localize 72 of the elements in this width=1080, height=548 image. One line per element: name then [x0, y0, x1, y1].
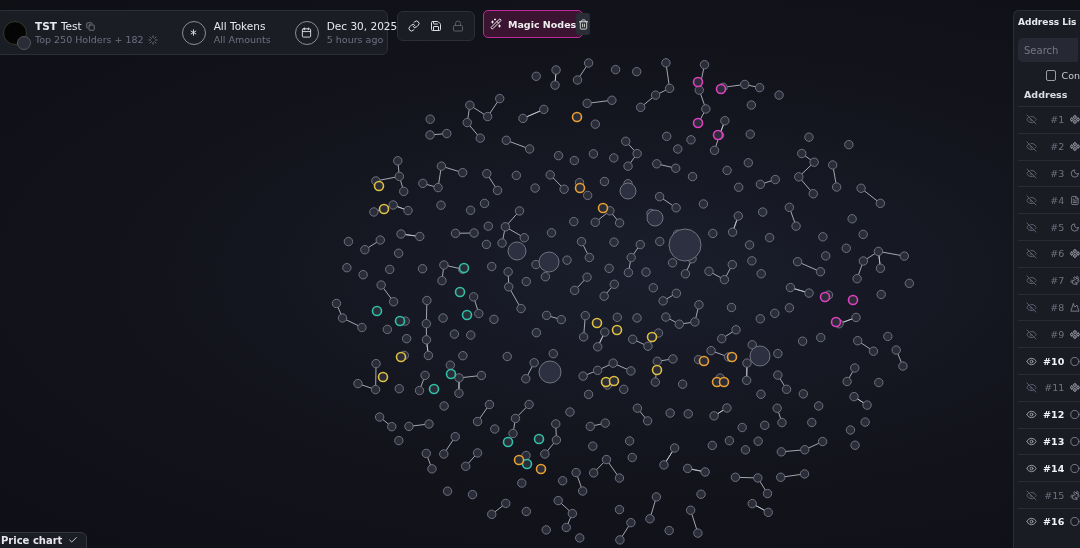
column-header: Address: [1024, 89, 1069, 100]
diamond-logo-icon: [1070, 114, 1080, 126]
moon-icon: [1070, 221, 1080, 233]
rabbit-icon: [1070, 489, 1080, 501]
diamond-logo-icon: [1070, 382, 1080, 394]
holder-rank: #11: [1043, 382, 1065, 394]
holder-rank: #12: [1043, 409, 1065, 421]
magic-nodes-button[interactable]: Magic Nodes: [483, 10, 584, 38]
amount-filter-subtitle: All Amounts: [213, 34, 271, 45]
holder-rank: #8: [1049, 301, 1065, 313]
eye-off-icon[interactable]: [1026, 382, 1037, 394]
eye-off-icon[interactable]: [1026, 221, 1037, 233]
eye-off-icon[interactable]: [1026, 141, 1037, 153]
holder-rank: #7: [1049, 275, 1065, 287]
holder-rank: #5: [1049, 221, 1065, 233]
snapshot-age: 5 hours ago: [326, 34, 385, 45]
eye-off-icon[interactable]: [1026, 301, 1037, 313]
delete-button[interactable]: [576, 13, 590, 35]
holder-rank: #13: [1043, 435, 1065, 447]
circle-icon: [1070, 516, 1080, 528]
holder-rank: #1: [1049, 114, 1065, 126]
holder-rank: #10: [1043, 355, 1065, 367]
token-symbol: TST: [35, 20, 57, 32]
diamond-logo-icon: [1070, 328, 1080, 340]
check-icon: [68, 535, 79, 545]
circle-icon: [1070, 355, 1080, 367]
eye-icon[interactable]: [1026, 462, 1037, 474]
circle-icon: [1070, 435, 1080, 447]
eye-icon[interactable]: [1026, 409, 1037, 421]
copy-icon[interactable]: [85, 21, 95, 31]
holder-rank: #6: [1049, 248, 1065, 260]
eye-icon[interactable]: [1026, 516, 1037, 528]
checkbox[interactable]: [1046, 70, 1056, 81]
eye-off-icon[interactable]: [1026, 248, 1037, 260]
diamond-logo-icon: [1070, 141, 1080, 153]
eye-off-icon[interactable]: [1026, 114, 1037, 126]
holder-rank: #14: [1043, 462, 1065, 474]
diamond-logo-icon: [1070, 248, 1080, 260]
link-icon[interactable]: [408, 20, 420, 32]
circle-icon: [1070, 409, 1080, 421]
rabbit-icon: [1070, 275, 1080, 287]
holder-rank: #4: [1049, 194, 1065, 206]
token-filter-title: All Tokens: [213, 20, 267, 32]
eye-off-icon[interactable]: [1026, 168, 1037, 179]
holders-summary: Top 250 Holders + 182: [35, 34, 144, 45]
document-icon: [1070, 194, 1080, 206]
price-chart-button[interactable]: Price chart: [0, 532, 88, 548]
mountain-icon: [1070, 301, 1080, 313]
eye-off-icon[interactable]: [1026, 194, 1037, 206]
eye-off-icon[interactable]: [1026, 275, 1037, 287]
holder-rank: #3: [1049, 168, 1065, 179]
trash-icon: [577, 18, 589, 30]
save-icon[interactable]: [430, 20, 442, 32]
eye-off-icon[interactable]: [1026, 489, 1037, 501]
holder-rank: #16: [1043, 516, 1065, 528]
eye-icon[interactable]: [1026, 435, 1037, 447]
checkbox-label: Con: [1061, 70, 1080, 81]
holder-rank: #2: [1049, 141, 1065, 153]
eye-off-icon[interactable]: [1026, 328, 1037, 340]
panel-title: Address Lis: [1018, 17, 1078, 27]
loading-icon: [147, 34, 158, 45]
moon-icon: [1070, 168, 1080, 179]
holder-rank: #9: [1049, 328, 1065, 340]
eye-icon[interactable]: [1026, 355, 1037, 367]
chain-badge-icon: [17, 35, 31, 50]
token-name: Test: [60, 20, 82, 32]
snapshot-date: Dec 30, 2025: [326, 20, 398, 32]
circle-icon: [1070, 462, 1080, 474]
lock-icon[interactable]: [452, 20, 464, 32]
search-field[interactable]: Search: [1018, 38, 1078, 62]
magic-wand-icon: [490, 18, 502, 30]
holder-rank: #15: [1043, 489, 1065, 501]
